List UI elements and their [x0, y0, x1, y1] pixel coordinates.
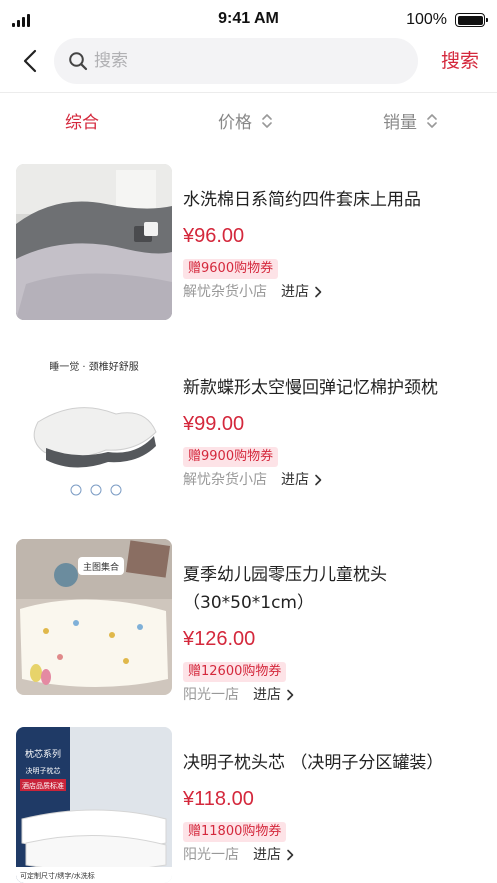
product-image	[16, 164, 172, 320]
chevron-right-icon	[315, 474, 322, 486]
product-title: 新款蝶形太空慢回弹记忆棉护颈枕	[183, 378, 438, 398]
tab-label: 综合	[65, 113, 99, 133]
product-item[interactable]: 枕芯系列 决明子枕芯 酒店品质标准 可定制尺寸/绣字/水洗标 决明子枕头芯 （决…	[0, 727, 497, 883]
search-button[interactable]: 搜索	[441, 46, 479, 73]
coupon-badge: 赠12600购物券	[183, 662, 287, 682]
image-caption: 睡一觉 · 颈椎好舒服	[49, 360, 139, 373]
product-image: 主图集合	[16, 539, 172, 695]
product-image: 睡一觉 · 颈椎好舒服	[16, 352, 172, 508]
enter-shop-label: 进店	[253, 687, 281, 703]
enter-shop-label: 进店	[281, 284, 309, 300]
product-title: 夏季幼儿园零压力儿童枕头（30*50*1cm）	[183, 565, 387, 613]
coupon-badge: 赠9600购物券	[183, 259, 279, 279]
product-price: ¥99.00	[183, 413, 245, 435]
status-bar: 9:41 AM 100%	[0, 0, 497, 40]
enter-shop-label: 进店	[253, 847, 281, 863]
enter-shop-link[interactable]: 进店	[281, 282, 322, 302]
product-price: ¥126.00	[183, 628, 256, 650]
chevron-right-icon	[315, 286, 322, 298]
image-caption: 主图集合	[83, 561, 119, 573]
tab-sales[interactable]: 销量	[383, 108, 438, 133]
sort-arrows-icon	[427, 113, 437, 128]
image-caption: 枕芯系列	[25, 748, 61, 760]
battery-percent: 100%	[406, 11, 447, 28]
coupon-badge: 赠9900购物券	[183, 447, 279, 467]
shop-name: 阳光一店	[183, 687, 239, 703]
search-icon	[69, 52, 88, 71]
product-title: 决明子枕头芯 （决明子分区罐装）	[183, 753, 444, 773]
product-image: 枕芯系列 决明子枕芯 酒店品质标准 可定制尺寸/绣字/水洗标	[16, 727, 172, 883]
product-price: ¥118.00	[183, 788, 254, 810]
shop-name: 解忧杂货小店	[183, 472, 267, 488]
coupon-badge: 赠11800购物券	[183, 822, 287, 842]
enter-shop-label: 进店	[281, 472, 309, 488]
image-caption: 决明子枕芯	[26, 766, 61, 775]
chevron-right-icon	[287, 849, 294, 861]
tab-price[interactable]: 价格	[218, 108, 273, 133]
search-header: 搜索	[0, 36, 497, 86]
header-divider	[0, 92, 497, 93]
enter-shop-link[interactable]: 进店	[253, 845, 294, 865]
product-item[interactable]: 主图集合 夏季幼儿园零压力儿童枕头（30*50*1cm） ¥126.00 赠12…	[0, 539, 497, 703]
image-caption: 酒店品质标准	[22, 781, 64, 790]
product-title: 水洗棉日系简约四件套床上用品	[183, 190, 421, 210]
tab-comprehensive[interactable]: 综合	[65, 108, 99, 133]
back-arrow-icon[interactable]	[20, 48, 42, 74]
shop-name: 阳光一店	[183, 847, 239, 863]
tab-label: 价格	[218, 113, 252, 133]
product-item[interactable]: 水洗棉日系简约四件套床上用品 ¥96.00 赠9600购物券 解忧杂货小店 进店	[0, 164, 497, 324]
shop-name: 解忧杂货小店	[183, 284, 267, 300]
search-box[interactable]	[54, 38, 418, 84]
search-input[interactable]	[94, 38, 404, 84]
image-caption: 可定制尺寸/绣字/水洗标	[20, 871, 95, 880]
enter-shop-link[interactable]: 进店	[253, 685, 294, 705]
tab-label: 销量	[383, 113, 417, 133]
sort-bar: 综合 价格 销量	[0, 100, 497, 142]
enter-shop-link[interactable]: 进店	[281, 470, 322, 490]
sort-arrows-icon	[262, 113, 272, 128]
product-price: ¥96.00	[183, 225, 245, 247]
battery-icon	[455, 13, 488, 27]
product-item[interactable]: 睡一觉 · 颈椎好舒服 新款蝶形太空慢回弹记忆棉护颈枕 ¥99.00 赠9900…	[0, 352, 497, 512]
chevron-right-icon	[287, 689, 294, 701]
